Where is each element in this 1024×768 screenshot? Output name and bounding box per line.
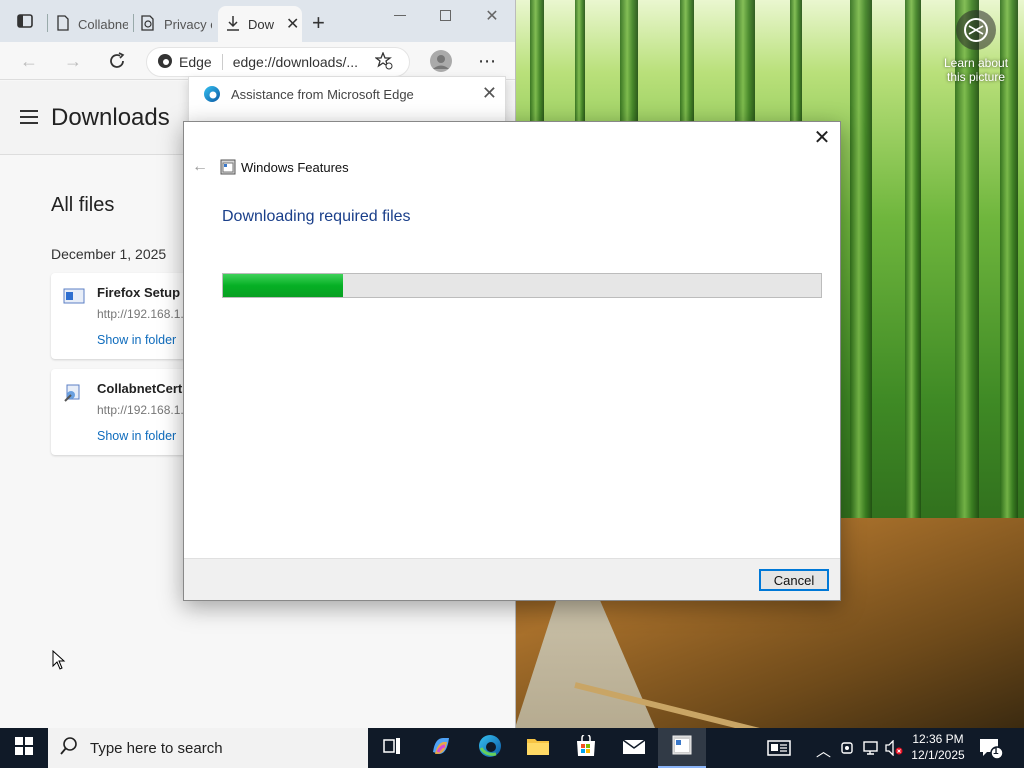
task-view-icon: [382, 737, 402, 760]
download-item[interactable]: Firefox Setup 1 http://192.168.1. Show i…: [51, 273, 191, 359]
section-heading: All files: [51, 194, 115, 216]
minimize-icon[interactable]: [385, 6, 415, 26]
download-item[interactable]: CollabnetCertIn http://192.168.1. Show i…: [51, 369, 194, 455]
copilot-icon: [429, 734, 453, 763]
address-field[interactable]: Edge edge://downloads/...: [146, 47, 410, 77]
mouse-cursor-icon: [52, 649, 66, 675]
folder-icon: [526, 736, 550, 761]
assistance-popup: Assistance from Microsoft Edge ✕: [188, 76, 506, 124]
tab-collabnet[interactable]: Collabne: [50, 6, 132, 42]
installer-file-icon: [63, 287, 85, 305]
maximize-icon[interactable]: [431, 6, 461, 26]
notification-count: 1: [993, 746, 999, 757]
taskbar: Type here to search ︿ 12:36 PM 12/1/2025…: [0, 728, 1024, 768]
page-icon: [56, 14, 70, 34]
back-icon[interactable]: ←: [16, 50, 42, 72]
certificate-file-icon: [63, 383, 83, 402]
tab-bar: Collabne Privacy e Dow ✕ + ✕: [0, 0, 515, 42]
windows-features-icon: [671, 734, 693, 761]
edge-badge: Edge: [147, 53, 212, 72]
windows-features-dialog: ✕ ← Windows Features Downloading require…: [183, 121, 841, 601]
camera-icon: [956, 10, 996, 50]
edge-logo-icon: [157, 53, 173, 72]
more-options-icon[interactable]: ⋯: [474, 50, 500, 72]
favorite-add-icon[interactable]: [373, 50, 393, 73]
learn-about-picture-button[interactable]: Learn about this picture: [940, 10, 1012, 84]
mail-icon: [622, 737, 646, 760]
edge-taskbar-button[interactable]: [466, 728, 514, 768]
edge-badge-label: Edge: [179, 54, 212, 70]
dialog-title: Windows Features: [241, 160, 349, 175]
file-url: http://192.168.1.: [97, 307, 184, 321]
close-dialog-icon[interactable]: ✕: [812, 126, 832, 149]
file-name: Firefox Setup 1: [97, 285, 191, 300]
edge-logo-icon: [203, 85, 221, 108]
learn-label-line-1: Learn about: [943, 56, 1009, 70]
download-progress-bar: [222, 273, 822, 298]
cancel-button[interactable]: Cancel: [759, 569, 829, 591]
start-button[interactable]: [0, 728, 48, 768]
tab-label: Dow: [248, 16, 275, 32]
forward-icon[interactable]: →: [60, 50, 86, 72]
taskbar-search-box[interactable]: Type here to search: [48, 728, 368, 768]
tab-downloads[interactable]: Dow ✕: [218, 6, 302, 42]
tab-label: Collabne: [78, 16, 128, 32]
refresh-icon[interactable]: [104, 50, 130, 72]
microsoft-store-button[interactable]: [562, 728, 610, 768]
close-window-icon[interactable]: ✕: [477, 6, 507, 26]
clock-date: 12/1/2025: [911, 748, 965, 762]
notification-center-icon[interactable]: 1: [978, 736, 1004, 765]
download-icon: [226, 15, 240, 34]
address-bar: ← → Edge edge://downloads/... ⋯: [0, 42, 515, 80]
back-arrow-icon[interactable]: ←: [192, 158, 208, 176]
volume-muted-icon[interactable]: [884, 739, 904, 759]
learn-label-line-2: this picture: [946, 70, 1006, 84]
tab-privacy[interactable]: Privacy e: [136, 6, 216, 42]
menu-icon[interactable]: [20, 110, 38, 128]
meet-now-icon[interactable]: [840, 740, 854, 759]
file-name: CollabnetCertIn: [97, 381, 194, 396]
show-hidden-icons-chevron-icon[interactable]: ︿: [816, 740, 831, 761]
page-title: Downloads: [51, 104, 170, 131]
search-icon: [60, 737, 78, 759]
close-assist-icon[interactable]: ✕: [482, 83, 497, 104]
file-url: http://192.168.1.: [97, 403, 184, 417]
show-in-folder-link[interactable]: Show in folder: [97, 333, 176, 347]
copilot-button[interactable]: [417, 728, 465, 768]
dialog-heading: Downloading required files: [222, 208, 411, 225]
privacy-page-icon: [140, 14, 156, 34]
task-view-button[interactable]: [368, 728, 416, 768]
news-widget-icon[interactable]: [767, 740, 791, 759]
assistance-text: Assistance from Microsoft Edge: [231, 87, 414, 102]
address-url: edge://downloads/...: [232, 54, 359, 70]
search-placeholder: Type here to search: [90, 739, 223, 757]
windows-features-taskbar-button[interactable]: [658, 728, 706, 768]
download-date: December 1, 2025: [51, 246, 167, 262]
new-tab-icon[interactable]: +: [312, 10, 325, 36]
mail-button[interactable]: [610, 728, 658, 768]
close-tab-icon[interactable]: ✕: [286, 14, 299, 34]
windows-features-icon: [220, 159, 236, 175]
tab-label: Privacy e: [164, 16, 212, 32]
profile-avatar[interactable]: [428, 50, 454, 72]
tab-actions-icon[interactable]: [16, 12, 34, 35]
store-icon: [575, 732, 597, 762]
edge-icon: [478, 734, 502, 763]
clock[interactable]: 12:36 PM 12/1/2025: [906, 731, 970, 763]
show-in-folder-link[interactable]: Show in folder: [97, 429, 176, 443]
network-icon[interactable]: [862, 740, 880, 759]
progress-fill: [223, 274, 343, 297]
dialog-footer: Cancel: [184, 558, 840, 600]
file-explorer-button[interactable]: [514, 728, 562, 768]
clock-time: 12:36 PM: [912, 732, 964, 746]
windows-logo-icon: [15, 736, 33, 760]
